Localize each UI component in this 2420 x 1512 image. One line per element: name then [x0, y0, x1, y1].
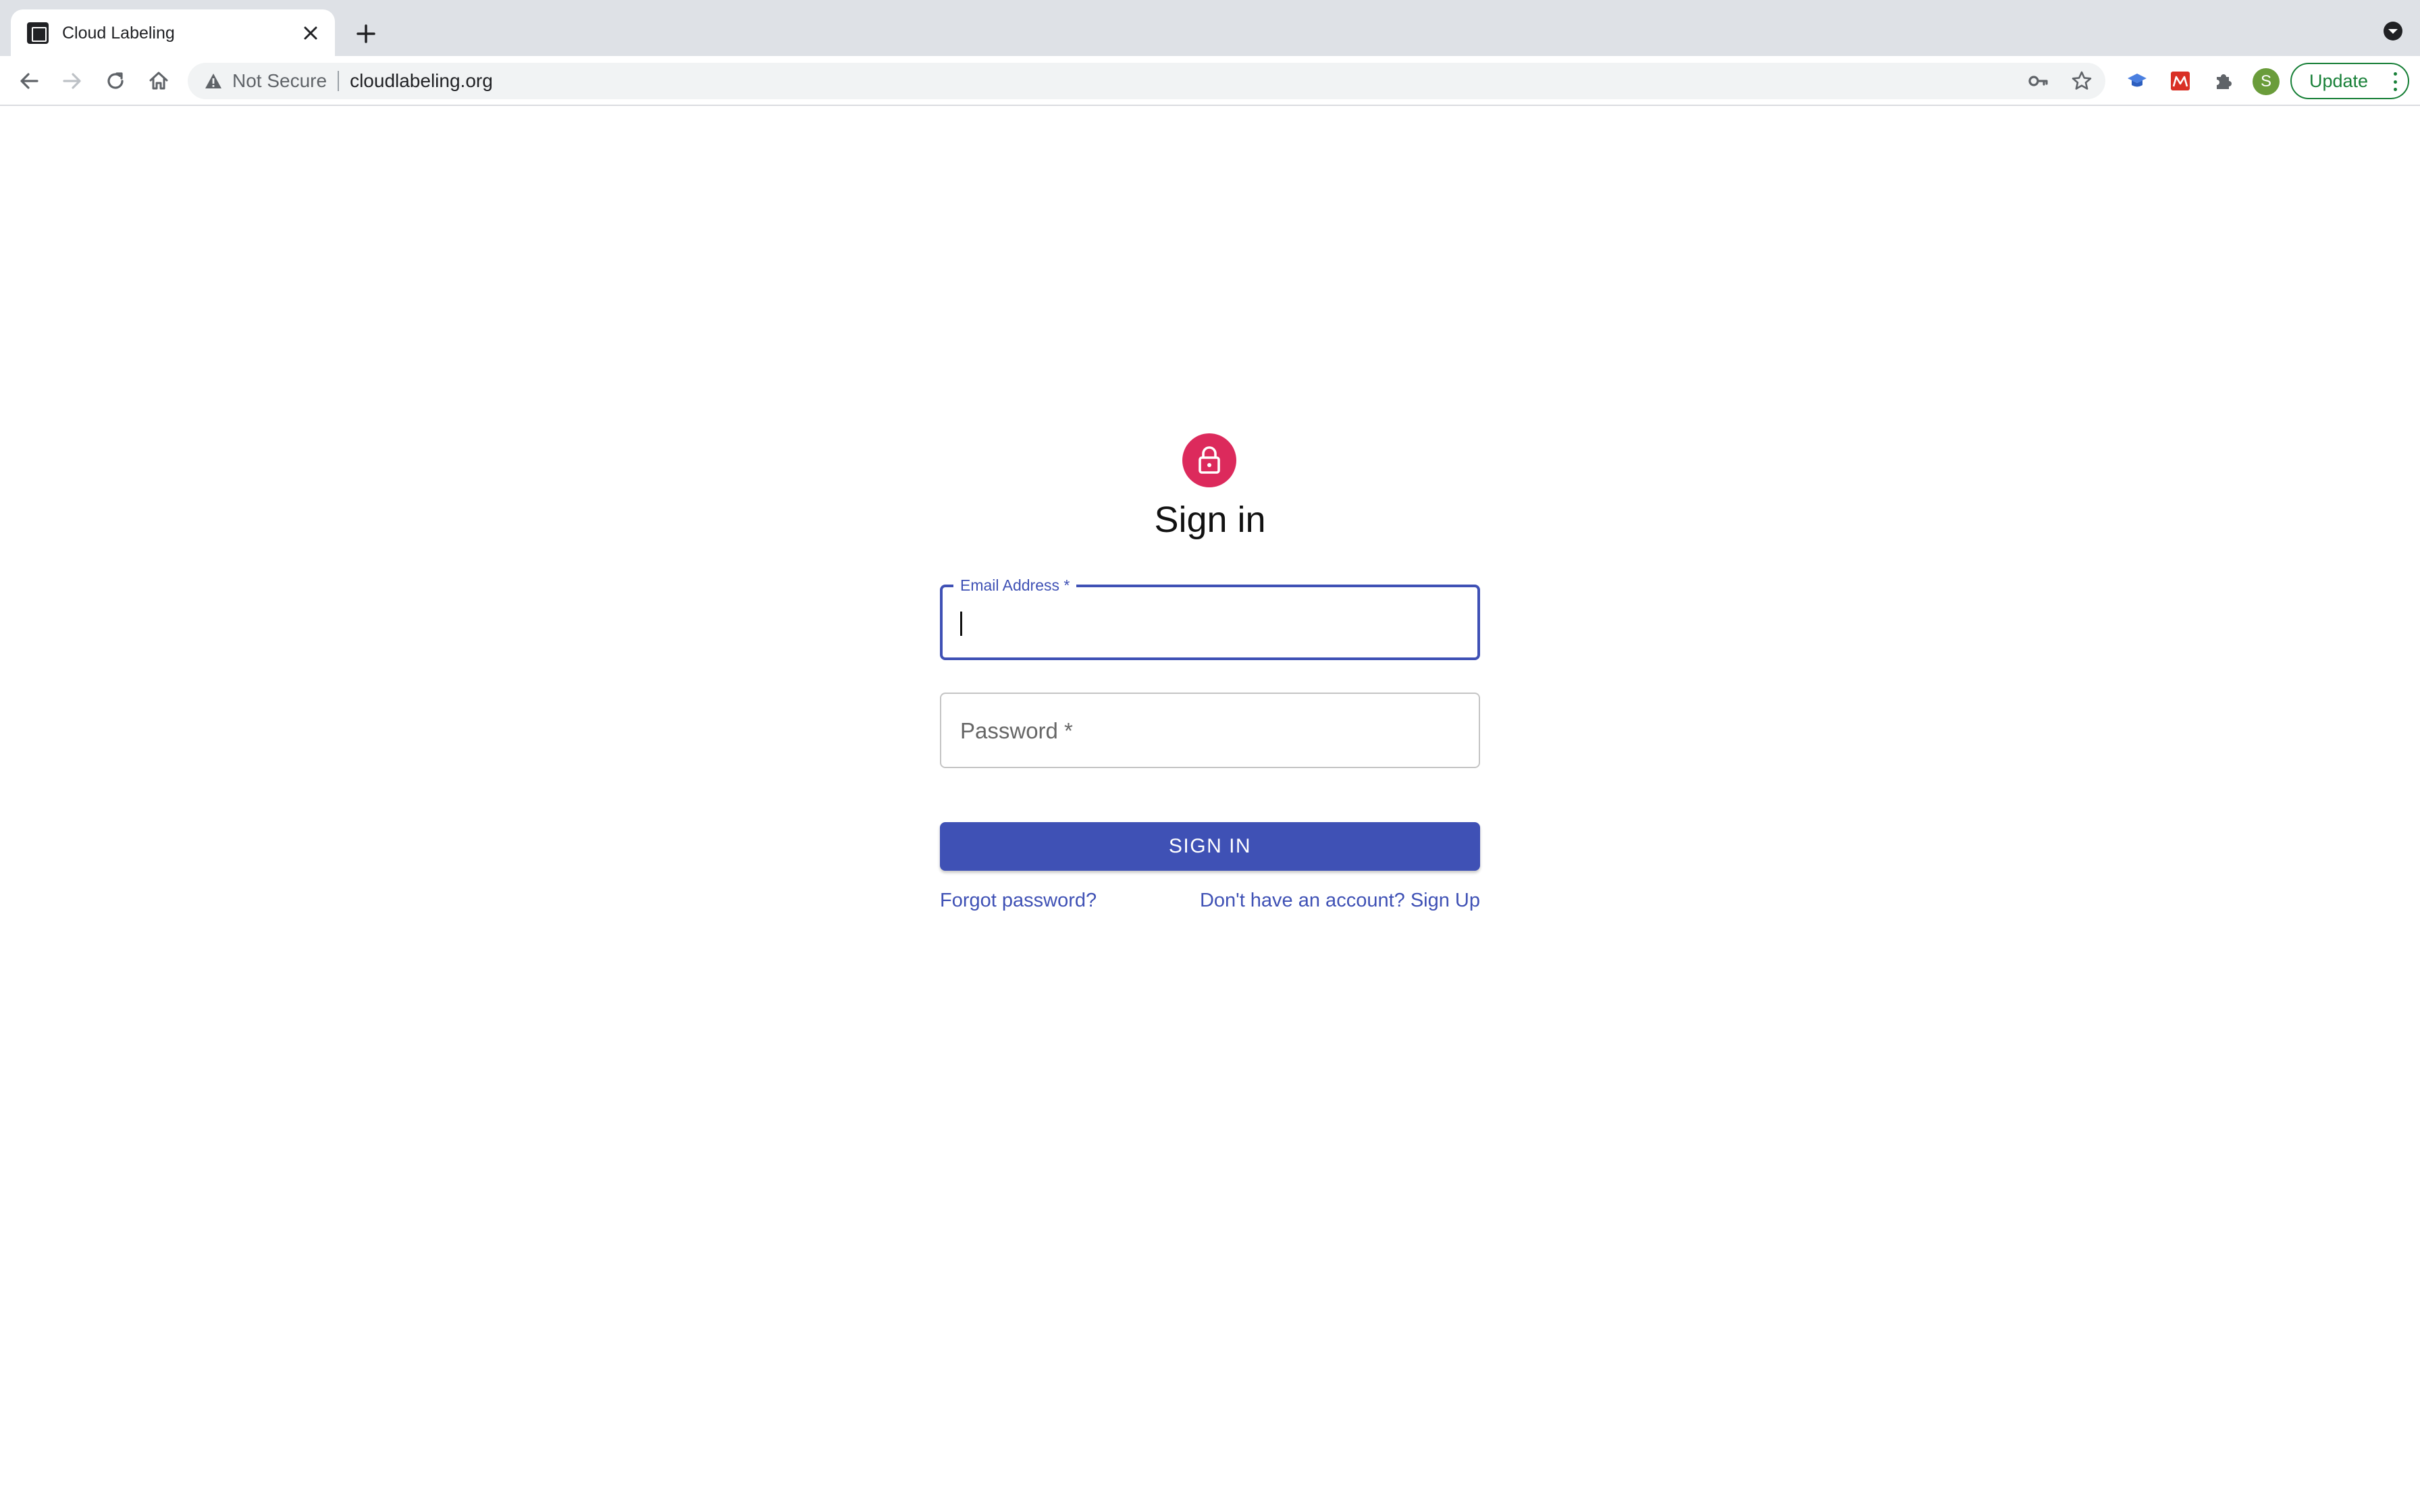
password-key-button[interactable]	[2022, 64, 2055, 98]
chevron-down-circle-icon	[2384, 22, 2402, 40]
home-button[interactable]	[142, 64, 176, 98]
url-text[interactable]: cloudlabeling.org	[350, 70, 493, 92]
home-icon	[149, 72, 168, 90]
forgot-password-link[interactable]: Forgot password?	[940, 887, 1097, 914]
tab-search-button[interactable]	[2382, 20, 2404, 42]
browser-window: Cloud Labeling Not Secure cloudlabeling.…	[0, 0, 2420, 1512]
sign-up-link[interactable]: Don't have an account? Sign Up	[1200, 887, 1480, 914]
omnibox-divider	[338, 71, 340, 91]
arrow-left-icon	[20, 73, 38, 89]
star-icon	[2072, 71, 2092, 90]
security-label[interactable]: Not Secure	[232, 70, 327, 92]
back-button[interactable]	[12, 64, 46, 98]
favicon-icon	[27, 22, 49, 44]
update-button[interactable]: Update	[2290, 63, 2409, 99]
warning-triangle-icon[interactable]	[204, 72, 223, 90]
extension-button-2[interactable]	[2163, 64, 2197, 98]
update-label: Update	[2309, 70, 2369, 91]
email-input[interactable]	[960, 605, 1460, 643]
puzzle-piece-icon	[2217, 74, 2232, 89]
tab-title: Cloud Labeling	[62, 23, 175, 43]
red-extension-icon	[2171, 72, 2190, 90]
more-vertical-icon	[2393, 72, 2397, 91]
plus-icon	[357, 24, 375, 43]
browser-toolbar: Not Secure cloudlabeling.org S Update	[0, 56, 2420, 106]
arrow-right-icon	[63, 73, 81, 89]
reload-button[interactable]	[99, 64, 132, 98]
page-title: Sign in	[1154, 500, 1266, 540]
password-input[interactable]	[959, 711, 1458, 749]
tab-strip: Cloud Labeling	[0, 0, 2420, 57]
lock-icon	[1199, 446, 1220, 474]
graduation-cap-icon	[2128, 74, 2147, 87]
password-field[interactable]: Password *	[940, 693, 1480, 768]
tab-cloud-labeling[interactable]: Cloud Labeling	[11, 9, 335, 57]
sign-in-button[interactable]: SIGN IN	[940, 822, 1480, 871]
key-icon	[2028, 76, 2048, 86]
forward-button[interactable]	[55, 64, 89, 98]
extensions-menu-button[interactable]	[2207, 64, 2240, 98]
extension-button-1[interactable]	[2120, 64, 2154, 98]
reload-icon	[107, 72, 124, 89]
profile-avatar[interactable]: S	[2253, 68, 2280, 95]
bookmark-button[interactable]	[2065, 64, 2099, 98]
address-bar[interactable]: Not Secure cloudlabeling.org	[188, 63, 2105, 99]
email-field[interactable]: Email Address *	[940, 575, 1480, 660]
new-tab-button[interactable]	[351, 19, 381, 49]
close-icon[interactable]	[297, 20, 324, 47]
lock-avatar	[1182, 433, 1236, 487]
email-label: Email Address *	[953, 575, 1077, 595]
